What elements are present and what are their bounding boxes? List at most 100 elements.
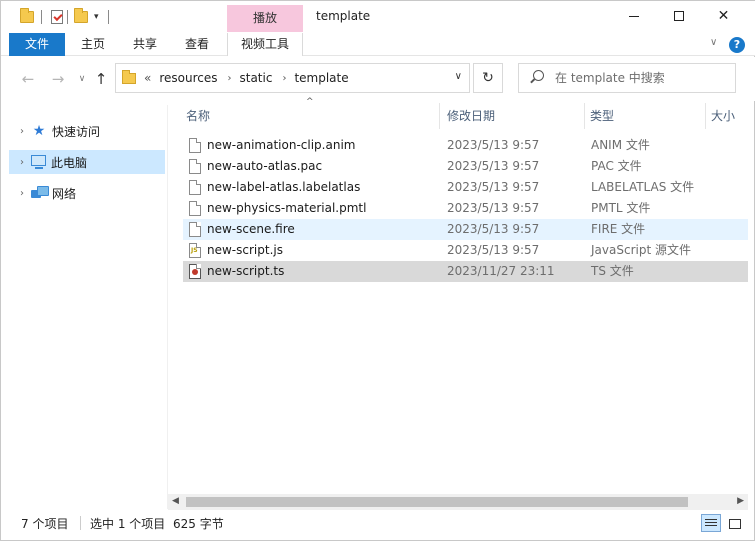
tab-home[interactable]: 主页	[73, 33, 113, 56]
window-title: template	[316, 9, 371, 23]
recent-locations-button[interactable]: ∨	[72, 69, 92, 89]
breadcrumb-resources[interactable]: resources	[159, 71, 217, 85]
file-name: new-script.ts	[207, 264, 285, 278]
nav-item-label: 此电脑	[51, 155, 88, 170]
file-name: new-auto-atlas.pac	[207, 159, 323, 173]
file-icon	[189, 159, 201, 174]
selection-size: 625 字节	[173, 517, 224, 531]
address-bar[interactable]: « resources › static › template ∨	[115, 63, 470, 93]
js-file-icon	[189, 243, 201, 258]
tab-file[interactable]: 文件	[9, 33, 65, 56]
file-date: 2023/5/13 9:57	[447, 180, 540, 194]
scrollbar-thumb[interactable]	[186, 497, 688, 507]
file-type: FIRE 文件	[591, 222, 646, 236]
file-type: TS 文件	[591, 264, 634, 278]
file-date: 2023/5/13 9:57	[447, 159, 540, 173]
tab-view[interactable]: 查看	[177, 33, 217, 56]
navigation-bar: ← → ∨ ↑ « resources › static › template …	[1, 57, 755, 101]
nav-item-network[interactable]: › 网络	[9, 181, 165, 205]
quick-access-separator	[108, 7, 109, 27]
maximize-icon	[673, 11, 684, 21]
computer-icon	[31, 155, 46, 169]
expand-chevron-icon[interactable]: ›	[13, 188, 31, 199]
ribbon-tabs: 文件 主页 共享 查看 视频工具 ∨	[1, 33, 755, 56]
quick-access-separator	[41, 7, 42, 27]
file-icon	[189, 180, 201, 195]
scroll-right-icon[interactable]: ▶	[737, 496, 744, 506]
file-row[interactable]: new-animation-clip.anim 2023/5/13 9:57 A…	[183, 135, 748, 156]
file-row[interactable]: new-scene.fire 2023/5/13 9:57 FIRE 文件	[183, 219, 748, 240]
file-icon	[189, 222, 201, 237]
new-folder-icon[interactable]	[74, 7, 88, 27]
file-name: new-scene.fire	[207, 222, 295, 236]
file-row[interactable]: new-auto-atlas.pac 2023/5/13 9:57 PAC 文件	[183, 156, 748, 177]
breadcrumb-static[interactable]: static	[240, 71, 273, 85]
horizontal-scrollbar[interactable]: ◀ ▶	[168, 494, 748, 510]
file-icon	[189, 201, 201, 216]
column-header-name[interactable]: 名称	[186, 103, 210, 129]
network-icon	[31, 185, 49, 201]
file-name: new-physics-material.pmtl	[207, 201, 367, 215]
file-row[interactable]: new-label-atlas.labelatlas 2023/5/13 9:5…	[183, 177, 748, 198]
status-separator	[80, 516, 81, 530]
expand-chevron-icon[interactable]: ›	[13, 157, 31, 168]
search-icon	[533, 70, 544, 81]
forward-button[interactable]: →	[48, 69, 68, 89]
file-row[interactable]: new-script.js 2023/5/13 9:57 JavaScript …	[183, 240, 748, 261]
help-icon[interactable]: ?	[729, 37, 745, 53]
navigation-pane: › ★ 快速访问 › 此电脑 › 网络	[9, 105, 167, 509]
details-view-button[interactable]	[701, 514, 721, 532]
minimize-button[interactable]	[611, 1, 656, 31]
file-explorer-window: ▾ 播放 template ✕ 文件 主页 共享 查看 视频工具 ∨ ? ← →…	[0, 0, 755, 541]
breadcrumb-template[interactable]: template	[294, 71, 348, 85]
tab-video-tools[interactable]: 视频工具	[227, 33, 303, 56]
column-separator[interactable]	[439, 103, 440, 129]
tab-share[interactable]: 共享	[125, 33, 165, 56]
expand-ribbon-icon[interactable]: ∨	[710, 37, 717, 48]
column-header-type[interactable]: 类型	[590, 103, 614, 129]
nav-item-quick-access[interactable]: › ★ 快速访问	[9, 119, 165, 143]
nav-item-label: 网络	[52, 186, 77, 201]
scroll-left-icon[interactable]: ◀	[172, 496, 179, 506]
expand-chevron-icon[interactable]: ›	[13, 126, 31, 137]
star-icon: ★	[32, 123, 46, 139]
file-icon	[189, 138, 201, 153]
breadcrumb-chevron-icon[interactable]: ›	[228, 73, 232, 84]
file-name: new-animation-clip.anim	[207, 138, 356, 152]
maximize-button[interactable]	[656, 1, 701, 31]
column-separator[interactable]	[705, 103, 706, 129]
file-name: new-label-atlas.labelatlas	[207, 180, 361, 194]
quick-access-separator	[67, 7, 68, 27]
column-header-date[interactable]: 修改日期	[447, 103, 495, 129]
customize-toolbar-icon[interactable]: ▾	[94, 7, 99, 27]
search-box[interactable]	[518, 63, 736, 93]
large-icons-view-button[interactable]	[725, 514, 745, 532]
file-type: PMTL 文件	[591, 201, 651, 215]
file-row[interactable]: new-physics-material.pmtl 2023/5/13 9:57…	[183, 198, 748, 219]
file-date: 2023/5/13 9:57	[447, 138, 540, 152]
context-tab-play[interactable]: 播放	[227, 5, 303, 32]
properties-icon[interactable]	[51, 7, 63, 27]
nav-item-this-pc[interactable]: › 此电脑	[9, 150, 165, 174]
up-button[interactable]: ↑	[91, 69, 111, 89]
quick-access-folder-icon[interactable]	[20, 7, 34, 27]
breadcrumb-overflow[interactable]: «	[144, 71, 151, 85]
address-dropdown-icon[interactable]: ∨	[455, 71, 462, 82]
sort-ascending-icon: ^	[306, 97, 314, 107]
minimize-icon	[628, 15, 639, 17]
search-input[interactable]	[555, 69, 725, 87]
close-button[interactable]: ✕	[701, 1, 746, 31]
back-button[interactable]: ←	[18, 69, 38, 89]
column-header-size[interactable]: 大小	[711, 103, 735, 129]
column-separator[interactable]	[584, 103, 585, 129]
file-type: JavaScript 源文件	[591, 243, 691, 257]
file-type: LABELATLAS 文件	[591, 180, 695, 194]
refresh-button[interactable]: ↻	[473, 63, 503, 93]
breadcrumb-chevron-icon[interactable]: ›	[282, 73, 286, 84]
item-count: 7 个项目	[21, 517, 69, 531]
file-list: ^ 名称 修改日期 类型 大小 new-animation-clip.anim …	[168, 97, 748, 509]
status-bar: 7 个项目 选中 1 个项目 625 字节	[1, 511, 755, 535]
file-type: PAC 文件	[591, 159, 642, 173]
file-row[interactable]: new-script.ts 2023/11/27 23:11 TS 文件	[183, 261, 748, 282]
title-bar: ▾ 播放 template ✕	[1, 1, 755, 33]
